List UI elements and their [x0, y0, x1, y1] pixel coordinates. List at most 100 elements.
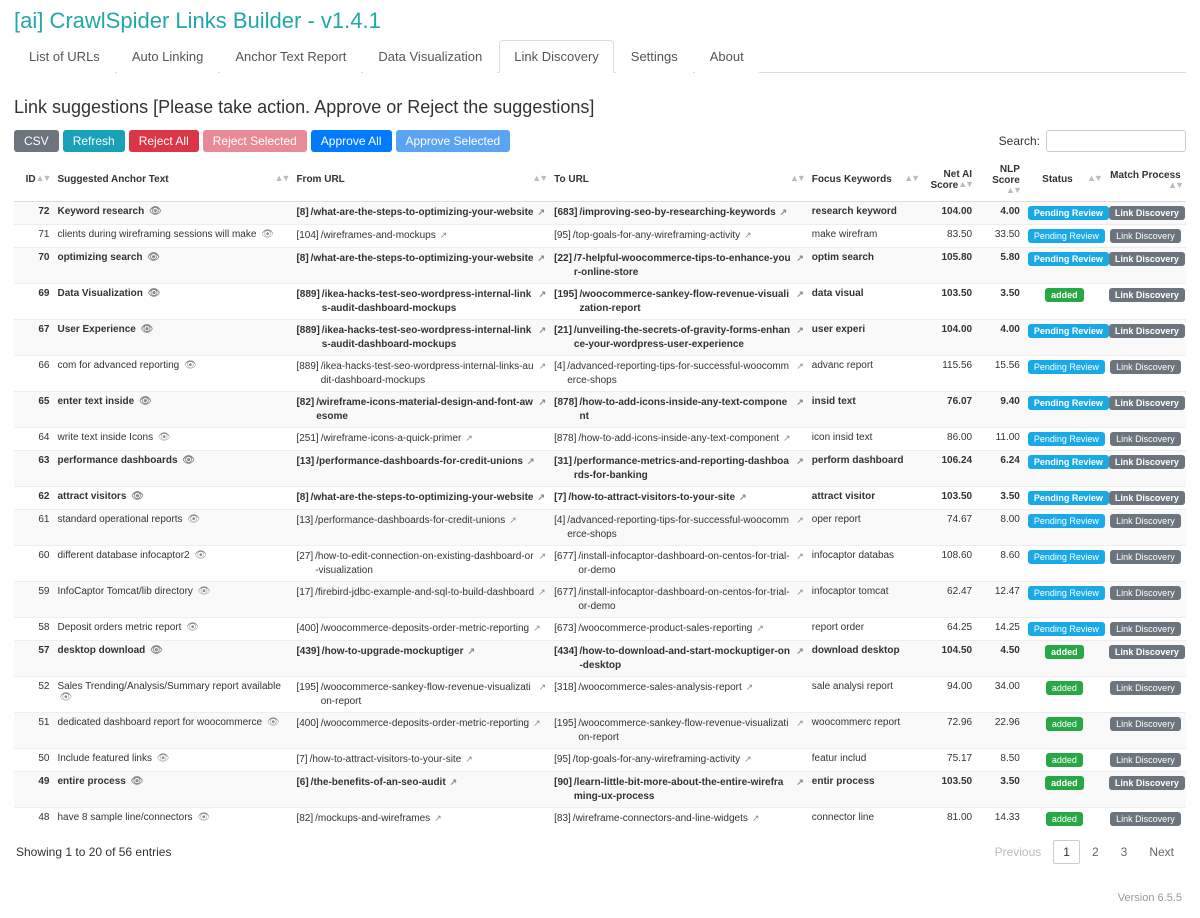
- match-badge[interactable]: Link Discovery: [1110, 432, 1181, 446]
- match-badge[interactable]: Link Discovery: [1110, 586, 1181, 600]
- open-link-icon[interactable]: ↗: [434, 813, 442, 824]
- open-link-icon[interactable]: ↗: [756, 623, 764, 634]
- open-link-icon[interactable]: ↗: [796, 289, 804, 300]
- open-link-icon[interactable]: ↗: [539, 325, 547, 336]
- table-row[interactable]: 50Include featured links 👁[7] /how-to-at…: [14, 749, 1186, 772]
- table-row[interactable]: 59InfoCaptor Tomcat/lib directory 👁[17] …: [14, 582, 1186, 618]
- col-status[interactable]: Status▲▼: [1024, 158, 1105, 202]
- status-badge[interactable]: Pending Review: [1028, 324, 1109, 338]
- open-link-icon[interactable]: ↗: [537, 492, 545, 503]
- open-link-icon[interactable]: ↗: [537, 207, 545, 218]
- open-link-icon[interactable]: ↗: [533, 623, 541, 634]
- open-link-icon[interactable]: ↗: [537, 253, 545, 264]
- open-link-icon[interactable]: ↗: [539, 397, 547, 408]
- open-link-icon[interactable]: ↗: [780, 207, 788, 218]
- table-row[interactable]: 60different database infocaptor2 👁[27] /…: [14, 546, 1186, 582]
- match-badge[interactable]: Link Discovery: [1109, 776, 1185, 790]
- status-badge[interactable]: Pending Review: [1028, 206, 1109, 220]
- col-net[interactable]: Net AI Score▲▼: [922, 158, 976, 202]
- open-link-icon[interactable]: ↗: [465, 754, 473, 765]
- col-id[interactable]: ID▲▼: [14, 158, 53, 202]
- reject-all-button[interactable]: Reject All: [129, 130, 199, 152]
- open-link-icon[interactable]: ↗: [752, 813, 760, 824]
- open-link-icon[interactable]: ↗: [746, 682, 754, 693]
- status-badge[interactable]: added: [1046, 753, 1083, 767]
- status-badge[interactable]: Pending Review: [1028, 550, 1105, 564]
- table-row[interactable]: 64write text inside Icons 👁[251] /wirefr…: [14, 428, 1186, 451]
- col-nlp[interactable]: NLP Score▲▼: [976, 158, 1024, 202]
- status-badge[interactable]: Pending Review: [1028, 432, 1105, 446]
- status-badge[interactable]: Pending Review: [1028, 622, 1105, 636]
- tab-about[interactable]: About: [695, 40, 759, 73]
- search-input[interactable]: [1046, 130, 1186, 152]
- status-badge[interactable]: added: [1045, 776, 1084, 790]
- preview-icon[interactable]: 👁: [198, 586, 211, 597]
- preview-icon[interactable]: 👁: [139, 396, 152, 407]
- col-anchor[interactable]: Suggested Anchor Text▲▼: [53, 158, 292, 202]
- page-1[interactable]: 1: [1053, 840, 1080, 864]
- status-badge[interactable]: added: [1046, 812, 1083, 826]
- open-link-icon[interactable]: ↗: [796, 718, 804, 729]
- match-badge[interactable]: Link Discovery: [1110, 229, 1181, 243]
- match-badge[interactable]: Link Discovery: [1109, 396, 1185, 410]
- preview-icon[interactable]: 👁: [141, 324, 154, 335]
- preview-icon[interactable]: 👁: [158, 432, 171, 443]
- col-focus[interactable]: Focus Keywords▲▼: [808, 158, 922, 202]
- preview-icon[interactable]: 👁: [157, 753, 170, 764]
- status-badge[interactable]: Pending Review: [1028, 455, 1109, 469]
- table-row[interactable]: 58Deposit orders metric report 👁[400] /w…: [14, 618, 1186, 641]
- open-link-icon[interactable]: ↗: [796, 325, 804, 336]
- table-row[interactable]: 49entire process 👁[6] /the-benefits-of-a…: [14, 772, 1186, 808]
- match-badge[interactable]: Link Discovery: [1110, 622, 1181, 636]
- preview-icon[interactable]: 👁: [150, 645, 163, 656]
- match-badge[interactable]: Link Discovery: [1109, 455, 1185, 469]
- open-link-icon[interactable]: ↗: [744, 754, 752, 765]
- open-link-icon[interactable]: ↗: [739, 492, 747, 503]
- match-badge[interactable]: Link Discovery: [1110, 681, 1181, 695]
- table-row[interactable]: 51dedicated dashboard report for woocomm…: [14, 713, 1186, 749]
- open-link-icon[interactable]: ↗: [796, 587, 804, 598]
- preview-icon[interactable]: 👁: [187, 514, 200, 525]
- match-badge[interactable]: Link Discovery: [1110, 360, 1181, 374]
- open-link-icon[interactable]: ↗: [539, 551, 547, 562]
- open-link-icon[interactable]: ↗: [527, 456, 535, 467]
- open-link-icon[interactable]: ↗: [509, 515, 517, 526]
- table-row[interactable]: 69Data Visualization 👁[889] /ikea-hacks-…: [14, 284, 1186, 320]
- tab-data-visualization[interactable]: Data Visualization: [363, 40, 497, 73]
- page-3[interactable]: 3: [1111, 840, 1138, 864]
- match-badge[interactable]: Link Discovery: [1110, 550, 1181, 564]
- csv-button[interactable]: CSV: [14, 130, 59, 152]
- open-link-icon[interactable]: ↗: [796, 456, 804, 467]
- approve-all-button[interactable]: Approve All: [311, 130, 392, 152]
- tab-list-of-urls[interactable]: List of URLs: [14, 40, 115, 73]
- table-row[interactable]: 72Keyword research 👁[8] /what-are-the-st…: [14, 202, 1186, 225]
- open-link-icon[interactable]: ↗: [450, 777, 458, 788]
- match-badge[interactable]: Link Discovery: [1109, 206, 1185, 220]
- match-badge[interactable]: Link Discovery: [1109, 288, 1185, 302]
- preview-icon[interactable]: 👁: [148, 288, 161, 299]
- table-row[interactable]: 67User Experience 👁[889] /ikea-hacks-tes…: [14, 320, 1186, 356]
- tab-auto-linking[interactable]: Auto Linking: [117, 40, 219, 73]
- tab-settings[interactable]: Settings: [616, 40, 693, 73]
- table-row[interactable]: 65enter text inside 👁[82] /wireframe-ico…: [14, 392, 1186, 428]
- col-from[interactable]: From URL▲▼: [292, 158, 550, 202]
- open-link-icon[interactable]: ↗: [796, 397, 804, 408]
- preview-icon[interactable]: 👁: [149, 206, 162, 217]
- match-badge[interactable]: Link Discovery: [1110, 753, 1181, 767]
- open-link-icon[interactable]: ↗: [796, 551, 804, 562]
- open-link-icon[interactable]: ↗: [539, 682, 547, 693]
- preview-icon[interactable]: 👁: [131, 776, 144, 787]
- open-link-icon[interactable]: ↗: [744, 230, 752, 241]
- table-row[interactable]: 63performance dashboards 👁[13] /performa…: [14, 451, 1186, 487]
- table-row[interactable]: 71clients during wireframing sessions wi…: [14, 225, 1186, 248]
- match-badge[interactable]: Link Discovery: [1110, 717, 1181, 731]
- open-link-icon[interactable]: ↗: [539, 361, 547, 372]
- match-badge[interactable]: Link Discovery: [1110, 812, 1181, 826]
- tab-anchor-text-report[interactable]: Anchor Text Report: [220, 40, 361, 73]
- open-link-icon[interactable]: ↗: [440, 230, 448, 241]
- open-link-icon[interactable]: ↗: [796, 777, 804, 788]
- preview-icon[interactable]: 👁: [197, 812, 210, 823]
- table-row[interactable]: 57desktop download 👁[439] /how-to-upgrad…: [14, 641, 1186, 677]
- status-badge[interactable]: Pending Review: [1028, 396, 1109, 410]
- status-badge[interactable]: added: [1046, 717, 1083, 731]
